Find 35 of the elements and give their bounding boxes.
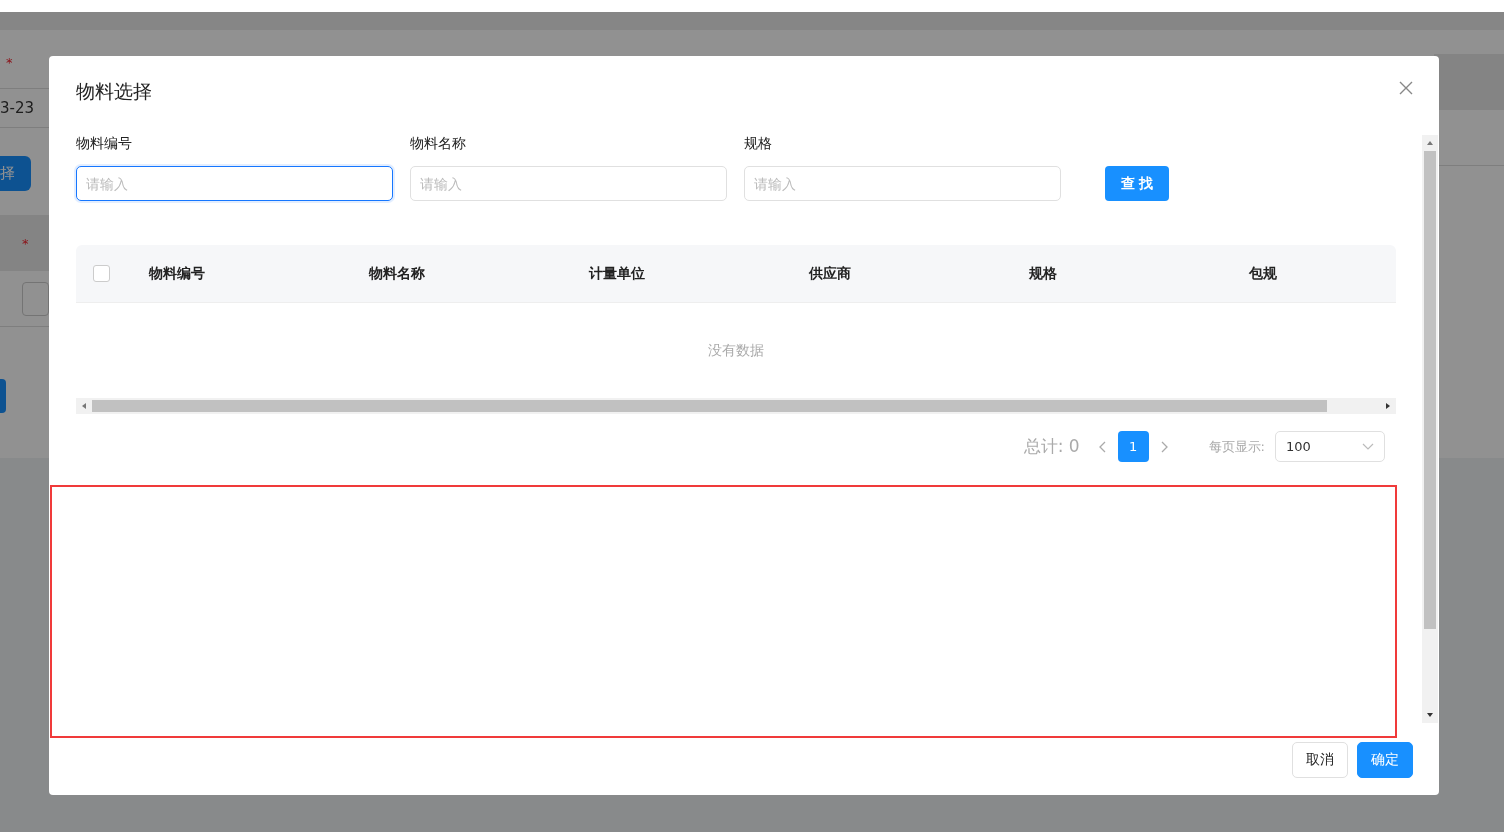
- field-label: 物料编号: [76, 135, 133, 153]
- confirm-button[interactable]: 确定: [1357, 742, 1413, 778]
- dialog-title: 物料选择: [76, 78, 152, 104]
- field-label: 物料名称: [410, 135, 467, 153]
- checkbox[interactable]: [93, 265, 110, 282]
- page-size-label: 每页显示:: [1208, 437, 1265, 456]
- page-button[interactable]: 1: [1117, 431, 1149, 462]
- previous-page-icon[interactable]: [1097, 440, 1108, 453]
- required-mark: *: [6, 54, 13, 70]
- column-header: 规格: [1029, 264, 1058, 283]
- column-header: 物料编号: [149, 264, 206, 283]
- field-label: 规格: [744, 135, 773, 153]
- scroll-left-icon[interactable]: [80, 402, 88, 410]
- scrollbar[interactable]: [1422, 135, 1438, 723]
- column-header: 物料名称: [369, 264, 426, 283]
- scroll-right-icon[interactable]: [1384, 402, 1392, 410]
- scrollbar[interactable]: [76, 398, 1396, 414]
- table-header: [1434, 54, 1504, 110]
- chevron-down-icon: [1362, 442, 1374, 451]
- input-field[interactable]: [22, 281, 49, 316]
- column-header: 计量单位: [589, 264, 646, 283]
- close-icon[interactable]: [1399, 80, 1413, 95]
- required-mark: *: [22, 235, 29, 251]
- empty-text: 没有数据: [708, 341, 764, 360]
- search-button[interactable]: 查 找: [1105, 166, 1169, 201]
- scroll-down-icon[interactable]: [1426, 711, 1434, 719]
- column-header: 供应商: [809, 264, 852, 283]
- total-count: 总计: 0: [1023, 435, 1080, 458]
- select-button[interactable]: 择: [0, 156, 31, 191]
- button[interactable]: [0, 379, 6, 413]
- scroll-up-icon[interactable]: [1426, 139, 1434, 147]
- page-size-select[interactable]: 100: [1275, 431, 1385, 462]
- cancel-button[interactable]: 取消: [1292, 742, 1348, 778]
- input-field[interactable]: 请输入: [76, 166, 393, 201]
- column-header: 包规: [1249, 264, 1278, 283]
